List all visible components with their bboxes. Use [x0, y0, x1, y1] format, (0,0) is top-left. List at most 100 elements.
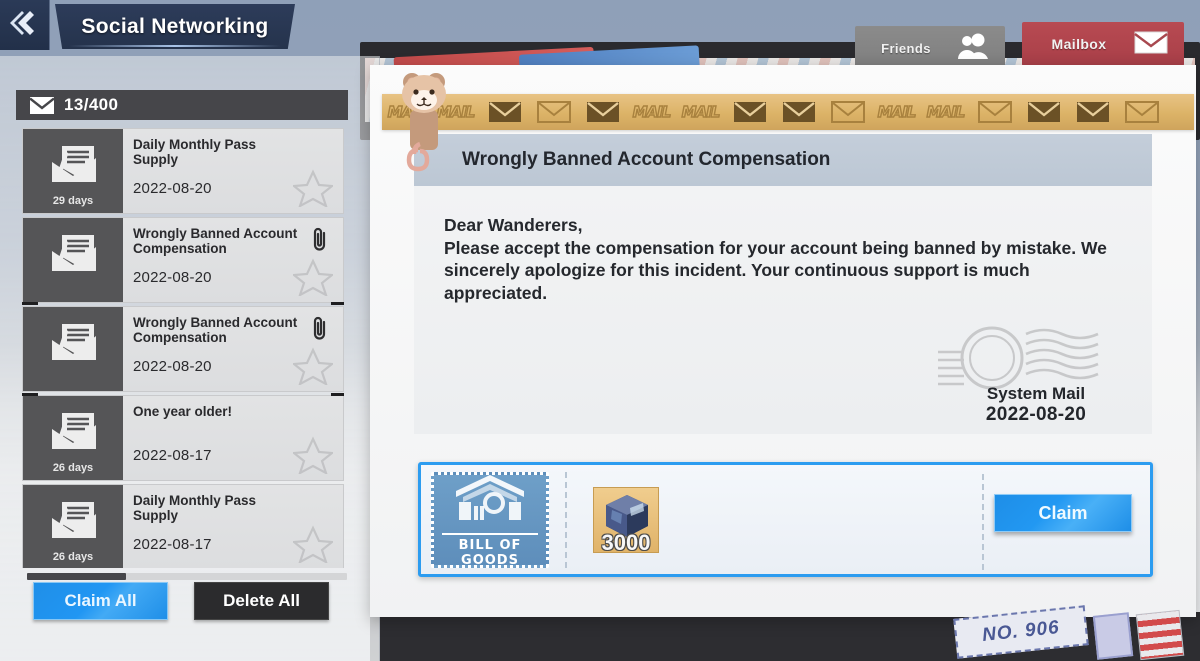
selection-corner — [331, 379, 344, 396]
mail-thumbnail: 26 days — [23, 396, 123, 480]
tape-envelope-icon — [480, 101, 529, 123]
mail-envelope-icon — [46, 412, 100, 460]
mail-tape-decoration: MAIL MAIL MAIL MAIL MAIL MAIL — [382, 94, 1194, 130]
app-root: Social Networking Friends Mailbox 13/400… — [0, 0, 1200, 661]
mail-body-text: Please accept the compensation for your … — [444, 237, 1107, 303]
mail-list-item[interactable]: 26 days One year older! 2022-08-17 — [22, 395, 344, 481]
warehouse-box-icon — [451, 472, 529, 529]
sidebar-actions: Claim All Delete All — [33, 582, 353, 622]
mail-item-body: One year older! 2022-08-17 — [123, 396, 343, 480]
tape-envelope-icon — [529, 101, 578, 123]
mail-envelope-icon — [46, 501, 100, 549]
tape-mail-word: MAIL — [872, 102, 921, 121]
mail-item-body: Wrongly Banned Account Compensation 2022-… — [123, 218, 343, 302]
attachment-divider — [565, 471, 567, 568]
tape-envelope-icon — [725, 101, 774, 123]
mail-list[interactable]: 29 days Daily Monthly Pass Supply 2022-08-… — [22, 128, 344, 568]
claim-button[interactable]: Claim — [994, 494, 1132, 532]
selection-corner — [331, 302, 344, 319]
mail-list-item[interactable]: Wrongly Banned Account Compensation 2022-… — [22, 302, 344, 396]
mail-item-subject: Daily Monthly Pass Supply — [133, 137, 257, 167]
page-title: Social Networking — [55, 4, 295, 49]
mail-thumbnail — [23, 218, 123, 302]
mail-envelope-icon — [46, 234, 100, 282]
mail-expiry-label: 26 days — [52, 551, 94, 563]
mail-greeting: Dear Wanderers, — [444, 215, 583, 235]
tape-envelope-icon — [1019, 101, 1068, 123]
mail-envelope-icon — [46, 323, 100, 371]
mail-date: 2022-08-20 — [985, 404, 1087, 425]
star-icon[interactable] — [291, 258, 335, 298]
bill-of-goods-ticket: BILL OF GOODS — [431, 471, 549, 568]
claim-divider — [982, 474, 984, 570]
tape-mail-word: MAIL — [676, 102, 725, 121]
mail-signature: System Mail 2022-08-20 — [946, 384, 1126, 426]
friends-icon — [953, 32, 991, 65]
tape-word-label: MAIL — [926, 102, 966, 121]
mail-item-date: 2022-08-20 — [133, 358, 212, 375]
mail-envelope-icon — [46, 145, 100, 193]
mail-item-date: 2022-08-20 — [133, 180, 212, 197]
mail-item-body: Wrongly Banned Account Compensation 2022-… — [123, 307, 343, 391]
tape-word-label: MAIL — [877, 102, 917, 121]
tab-friends-label: Friends — [881, 40, 931, 56]
star-icon[interactable] — [291, 436, 335, 476]
paperclip-icon — [311, 226, 329, 252]
mail-item-subject: Wrongly Banned Account Compensation — [133, 315, 298, 345]
mail-item-subject: One year older! — [133, 404, 233, 419]
mail-list-scrollbar[interactable] — [27, 573, 347, 580]
mail-item-subject: Wrongly Banned Account Compensation — [133, 226, 298, 256]
bear-paperclip-icon — [396, 52, 452, 172]
mail-item-subject: Daily Monthly Pass Supply — [133, 493, 257, 523]
tab-mailbox[interactable]: Mailbox — [1022, 22, 1184, 66]
decorative-stamp-3 — [1135, 609, 1185, 661]
tape-envelope-icon — [1068, 101, 1117, 123]
mail-count-bar: 13/400 — [16, 90, 348, 120]
envelope-icon — [29, 96, 55, 114]
tape-envelope-icon — [578, 101, 627, 123]
mail-item-date: 2022-08-17 — [133, 536, 212, 553]
mail-list-scrollbar-thumb[interactable] — [27, 573, 127, 580]
delete-all-button[interactable]: Delete All — [194, 582, 329, 620]
chevron-left-icon — [8, 6, 42, 45]
mail-thumbnail: 29 days — [23, 129, 123, 213]
mail-count-label: 13/400 — [64, 95, 119, 114]
star-icon[interactable] — [291, 347, 335, 387]
tape-word-label: MAIL — [681, 102, 721, 121]
mail-expiry-label: 29 days — [52, 195, 94, 207]
mail-list-item[interactable]: 29 days Daily Monthly Pass Supply 2022-08-… — [22, 128, 344, 214]
mail-title: Wrongly Banned Account Compensation — [462, 149, 831, 170]
tab-friends[interactable]: Friends — [855, 26, 1005, 70]
attachment-item-count: 3000 — [601, 529, 651, 555]
star-icon[interactable] — [291, 525, 335, 565]
attachment-item[interactable]: 3000 — [593, 486, 659, 555]
mail-item-date: 2022-08-17 — [133, 447, 212, 464]
mail-list-item[interactable]: 26 days Daily Monthly Pass Supply 2022-08-… — [22, 484, 344, 568]
mail-item-body: Daily Monthly Pass Supply 2022-08-20 — [123, 129, 343, 213]
mail-item-date: 2022-08-20 — [133, 269, 212, 286]
mail-title-bar: Wrongly Banned Account Compensation — [414, 134, 1152, 186]
attachment-bar: BILL OF GOODS 3000 Claim — [418, 462, 1153, 577]
tape-word-label: MAIL — [632, 102, 672, 121]
tape-mail-word: MAIL — [921, 102, 970, 121]
mail-sender: System Mail — [986, 384, 1086, 403]
tab-mailbox-label: Mailbox — [1051, 36, 1107, 52]
postmark: System Mail 2022-08-20 — [934, 324, 1134, 432]
star-icon[interactable] — [291, 169, 335, 209]
back-button[interactable] — [0, 0, 50, 50]
mail-list-item[interactable]: Wrongly Banned Account Compensation 2022-… — [22, 217, 344, 303]
tape-mail-word: MAIL — [627, 102, 676, 121]
mail-thumbnail — [23, 307, 123, 391]
ticket-label: BILL OF GOODS — [442, 532, 538, 568]
tape-envelope-icon — [1117, 101, 1166, 123]
page-title-label: Social Networking — [81, 14, 269, 38]
paperclip-icon — [311, 315, 329, 341]
envelope-icon — [1132, 28, 1170, 61]
tape-envelope-icon — [823, 101, 872, 123]
tape-envelope-icon — [774, 101, 823, 123]
claim-all-button[interactable]: Claim All — [33, 582, 168, 620]
decorative-stamp-2 — [1092, 612, 1134, 660]
mail-item-body: Daily Monthly Pass Supply 2022-08-17 — [123, 485, 343, 568]
mail-expiry-label: 26 days — [52, 462, 94, 474]
tape-envelope-icon — [970, 101, 1019, 123]
